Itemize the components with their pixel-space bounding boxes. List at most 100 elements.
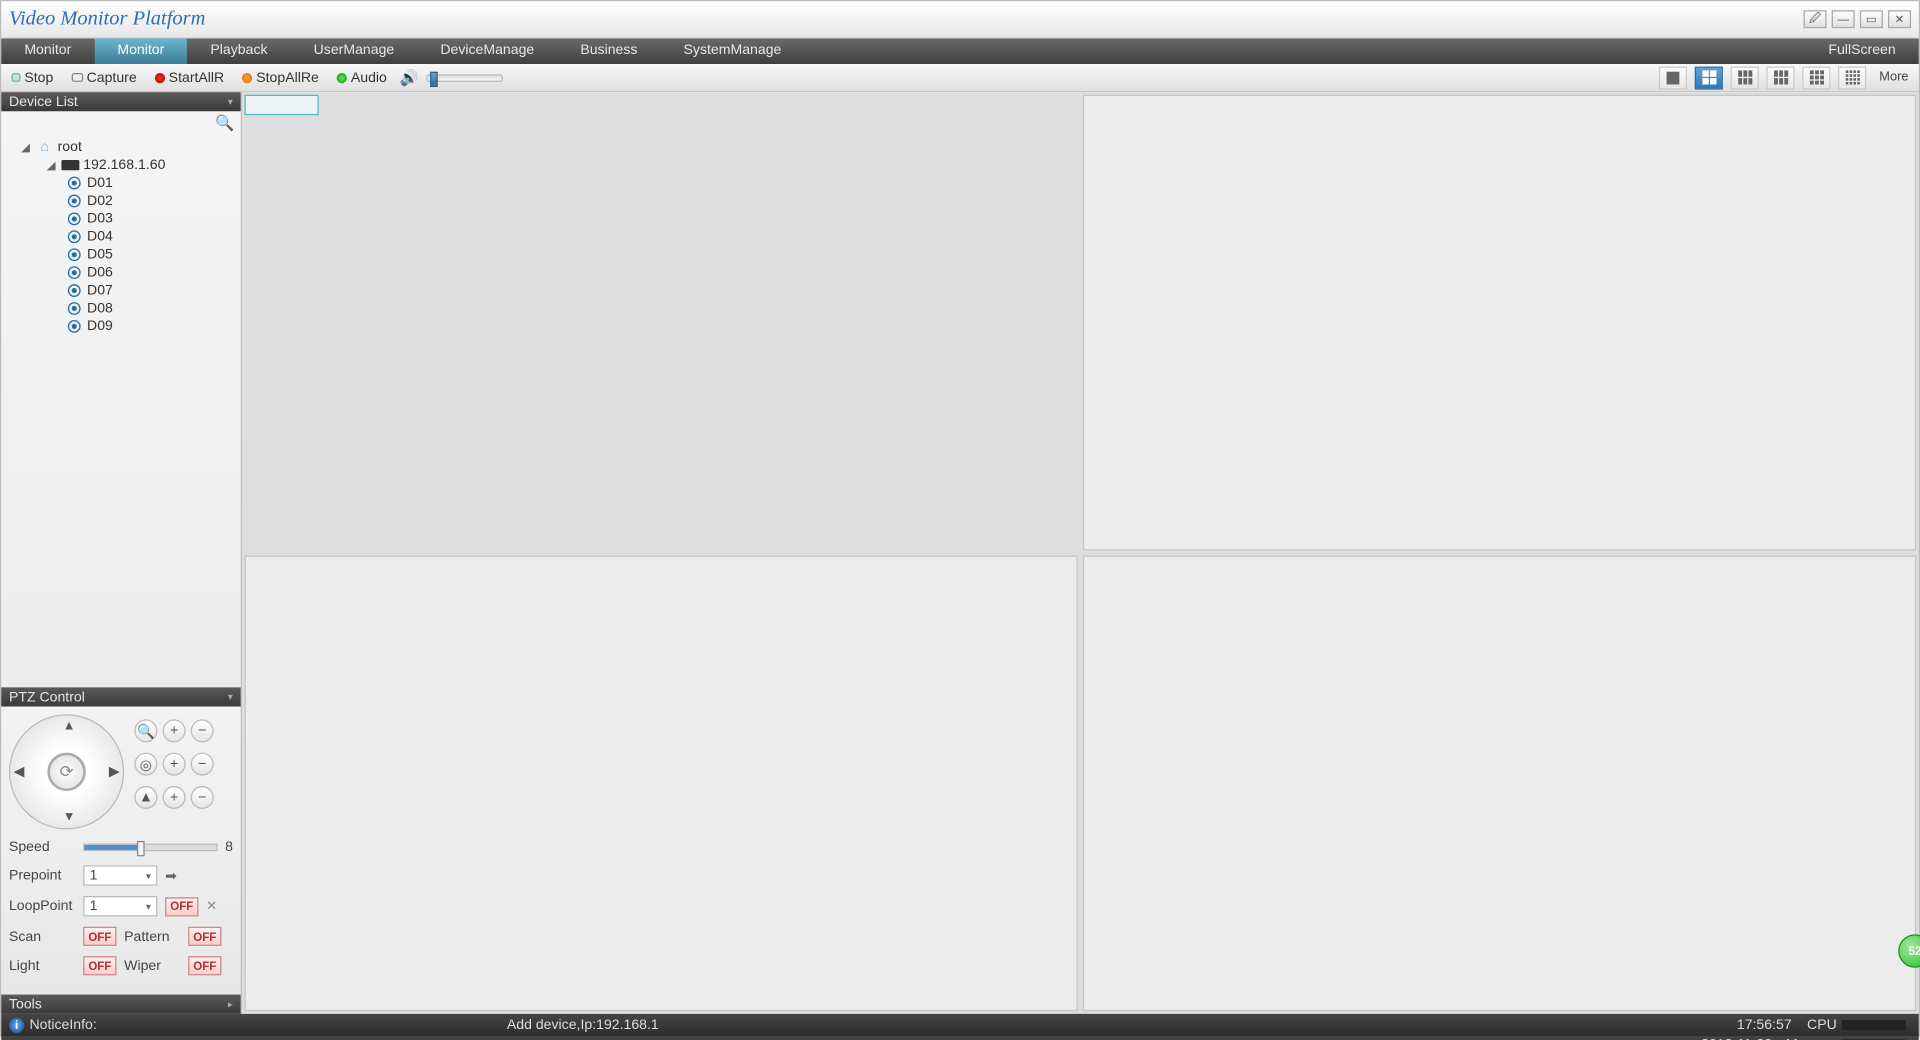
- close-button[interactable]: ✕: [1888, 10, 1911, 28]
- capture-button[interactable]: Capture: [66, 68, 142, 86]
- scan-label: Scan: [9, 929, 76, 944]
- ptz-header[interactable]: PTZ Control▾: [1, 687, 240, 706]
- cpu-meter: [1842, 1020, 1906, 1030]
- tools-header[interactable]: Tools▸: [1, 995, 240, 1014]
- scan-toggle[interactable]: OFF: [83, 927, 116, 946]
- menu-systemmanage[interactable]: SystemManage: [661, 38, 805, 64]
- menu-usermanage[interactable]: UserManage: [291, 38, 418, 64]
- tree-channel-node[interactable]: D01: [6, 174, 235, 192]
- focus-in-button[interactable]: +: [163, 753, 186, 776]
- zoom-in-button[interactable]: +: [163, 719, 186, 742]
- info-icon: i: [9, 1018, 24, 1033]
- iris-button[interactable]: ▲: [134, 786, 157, 809]
- nvr-icon: [61, 160, 79, 170]
- record-red-icon: [155, 72, 165, 82]
- camera-channel-icon: [65, 320, 83, 333]
- focus-button[interactable]: ◎: [134, 753, 157, 776]
- zoom-out-button[interactable]: −: [191, 719, 214, 742]
- title-bar: Video Monitor Platform 🖉 — ▭ ✕: [1, 1, 1918, 38]
- focus-out-button[interactable]: −: [191, 753, 214, 776]
- ptz-left-button[interactable]: ◀: [14, 765, 24, 779]
- start-all-rec-button[interactable]: StartAllR: [149, 68, 229, 86]
- tree-channel-node[interactable]: D09: [6, 317, 235, 335]
- ptz-panel: ⟳ ▲ ▼ ▶ ◀ 🔍+− ◎+− ▲+− Speed8 Prepoint1▾➡…: [1, 707, 240, 995]
- tree-channel-node[interactable]: D06: [6, 264, 235, 282]
- ptz-down-button[interactable]: ▼: [63, 810, 76, 824]
- chevron-down-icon: ▾: [146, 900, 151, 912]
- menu-devicemanage[interactable]: DeviceManage: [417, 38, 557, 64]
- tree-device-node[interactable]: ◢192.168.1.60: [6, 156, 235, 174]
- layout-9-button[interactable]: [1803, 66, 1831, 89]
- wiper-toggle[interactable]: OFF: [188, 956, 221, 975]
- layout-8-button[interactable]: [1767, 66, 1795, 89]
- looppoint-label: LoopPoint: [9, 899, 76, 914]
- menu-business[interactable]: Business: [557, 38, 660, 64]
- light-toggle[interactable]: OFF: [83, 956, 116, 975]
- goto-prepoint-button[interactable]: ➡: [165, 867, 177, 884]
- camera-channel-icon: [65, 302, 83, 315]
- tree-channel-node[interactable]: D07: [6, 282, 235, 300]
- grid-6-icon: [1738, 70, 1752, 84]
- video-cell-2[interactable]: [1083, 95, 1916, 551]
- tree-channel-node[interactable]: D08: [6, 300, 235, 318]
- camera-channel-icon: [65, 195, 83, 208]
- search-icon[interactable]: 🔍: [211, 114, 238, 132]
- zoom-button[interactable]: 🔍: [134, 719, 157, 742]
- tree-channel-node[interactable]: D04: [6, 228, 235, 246]
- record-orange-icon: [242, 72, 252, 82]
- ptz-up-button[interactable]: ▲: [63, 719, 76, 733]
- menu-monitor[interactable]: Monitor: [94, 38, 187, 64]
- more-layouts-button[interactable]: More: [1874, 70, 1913, 84]
- iris-close-button[interactable]: −: [191, 786, 214, 809]
- lock-icon[interactable]: 🖉: [1804, 10, 1827, 28]
- menu-fullscreen[interactable]: FullScreen: [1805, 38, 1918, 64]
- sidebar: Device List▾ 🔍 ◢⌂root ◢192.168.1.60 D01 …: [1, 92, 242, 1014]
- video-cell-3[interactable]: [244, 556, 1077, 1012]
- grid-9-icon: [1810, 70, 1824, 84]
- video-cell-1[interactable]: [244, 95, 318, 115]
- chevron-right-icon: ▸: [228, 998, 233, 1010]
- camera-icon: [71, 73, 83, 82]
- prepoint-select[interactable]: 1▾: [83, 865, 157, 885]
- looppoint-toggle[interactable]: OFF: [165, 897, 198, 916]
- looppoint-select[interactable]: 1▾: [83, 896, 157, 916]
- tree-channel-node[interactable]: D02: [6, 192, 235, 210]
- device-search-input[interactable]: [4, 114, 211, 132]
- layout-16-button[interactable]: [1838, 66, 1866, 89]
- camera-channel-icon: [65, 230, 83, 243]
- camera-channel-icon: [65, 177, 83, 190]
- layout-4-button[interactable]: [1695, 66, 1723, 89]
- chevron-down-icon: ▾: [146, 870, 151, 882]
- collapse-icon[interactable]: ◢: [19, 140, 32, 154]
- maximize-button[interactable]: ▭: [1860, 10, 1883, 28]
- volume-slider[interactable]: [427, 74, 504, 82]
- layout-1-button[interactable]: [1659, 66, 1687, 89]
- audio-button[interactable]: Audio: [332, 68, 392, 86]
- tree-channel-node[interactable]: D05: [6, 246, 235, 264]
- ptz-center-button[interactable]: ⟳: [47, 753, 85, 791]
- ptz-right-button[interactable]: ▶: [109, 765, 119, 779]
- speaker-icon: 🔊: [400, 68, 419, 86]
- device-list-header[interactable]: Device List▾: [1, 92, 240, 111]
- pattern-toggle[interactable]: OFF: [188, 927, 221, 946]
- speed-value: 8: [225, 840, 233, 855]
- minimize-button[interactable]: —: [1832, 10, 1855, 28]
- app-title: Video Monitor Platform: [9, 8, 205, 31]
- stop-all-rec-button[interactable]: StopAllRe: [237, 68, 324, 86]
- menu-playback[interactable]: Playback: [187, 38, 290, 64]
- video-cell-4[interactable]: [1083, 556, 1916, 1012]
- speed-slider[interactable]: [83, 844, 217, 852]
- tree-channel-node[interactable]: D03: [6, 210, 235, 228]
- layout-6-button[interactable]: [1731, 66, 1759, 89]
- tree-root-node[interactable]: ◢⌂root: [6, 138, 235, 156]
- device-tree: ◢⌂root ◢192.168.1.60 D01 D02 D03 D04 D05…: [1, 136, 240, 338]
- camera-channel-icon: [65, 284, 83, 297]
- collapse-icon[interactable]: ◢: [45, 158, 58, 172]
- clear-looppoint-button[interactable]: ✕: [206, 899, 217, 913]
- iris-open-button[interactable]: +: [163, 786, 186, 809]
- grid-16-icon: [1845, 70, 1859, 84]
- stop-button[interactable]: Stop: [6, 68, 58, 86]
- menu-bar: Monitor Monitor Playback UserManage Devi…: [1, 38, 1918, 64]
- record-green-icon: [337, 72, 347, 82]
- grid-8-icon: [1774, 70, 1788, 84]
